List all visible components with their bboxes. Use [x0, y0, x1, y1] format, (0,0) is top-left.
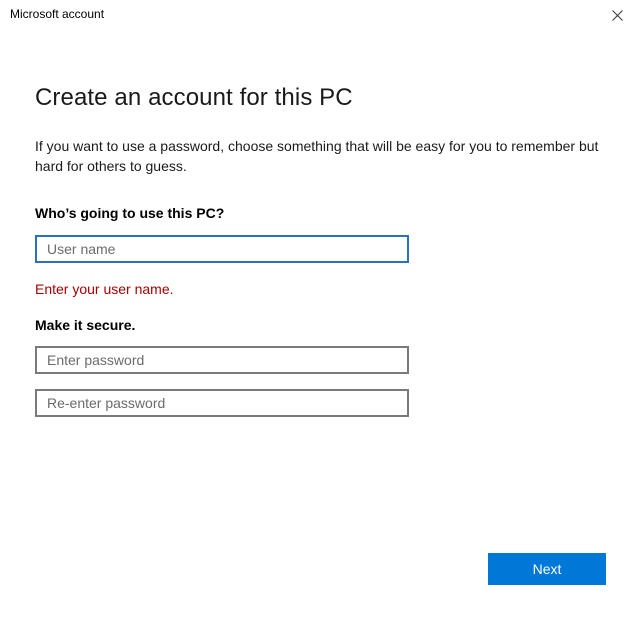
page-title: Create an account for this PC — [35, 84, 353, 111]
user-section-label: Who’s going to use this PC? — [35, 205, 225, 221]
username-input[interactable] — [35, 235, 409, 263]
window-title: Microsoft account — [10, 7, 105, 21]
title-bar: Microsoft account — [0, 0, 640, 30]
intro-text: If you want to use a password, choose so… — [35, 138, 599, 174]
close-icon — [611, 9, 623, 21]
username-error-message: Enter your user name. — [35, 281, 174, 297]
microsoft-account-window: Microsoft account Create an account for … — [0, 0, 640, 621]
password-input[interactable] — [35, 346, 409, 374]
secure-section-label: Make it secure. — [35, 317, 136, 333]
reenter-password-input[interactable] — [35, 389, 409, 417]
next-button[interactable]: Next — [488, 553, 606, 585]
close-button[interactable] — [594, 0, 640, 30]
